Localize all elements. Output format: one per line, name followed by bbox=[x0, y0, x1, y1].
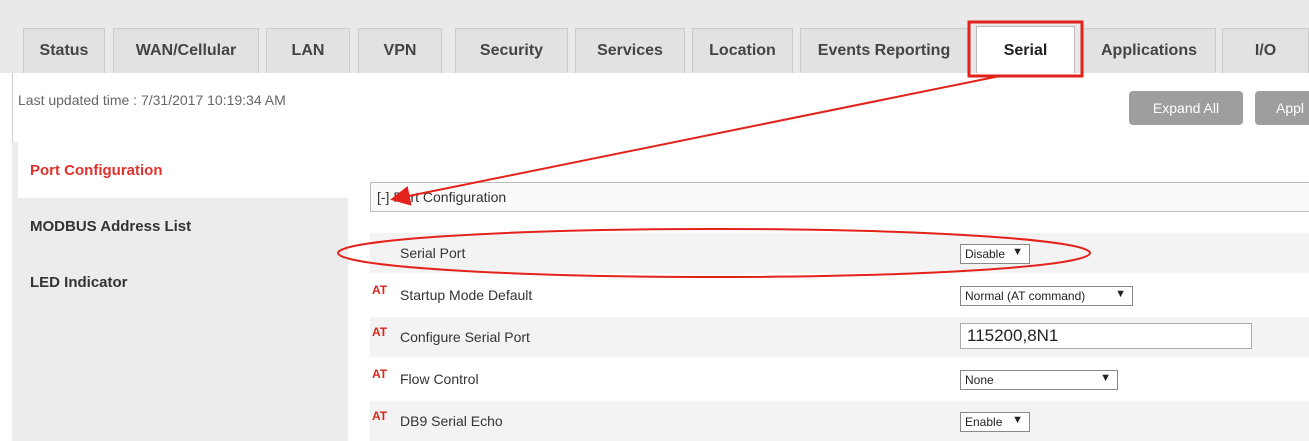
port-configuration-header[interactable]: [-] Port Configuration bbox=[370, 182, 1309, 212]
dropdown-arrow-icon: ▼ bbox=[1012, 414, 1023, 426]
startup-mode-value: Normal (AT command) bbox=[965, 289, 1086, 303]
tab-serial[interactable]: Serial bbox=[976, 26, 1075, 74]
db9-serial-echo-label: DB9 Serial Echo bbox=[400, 413, 503, 429]
row-serial-port: Serial Port Disable ▼ bbox=[370, 233, 1309, 273]
serial-port-select[interactable]: Disable ▼ bbox=[960, 244, 1030, 264]
startup-mode-label: Startup Mode Default bbox=[400, 287, 533, 303]
tab-location[interactable]: Location bbox=[692, 28, 793, 73]
row-configure-serial-port: AT Configure Serial Port 115200,8N1 bbox=[370, 317, 1309, 357]
flow-control-value: None bbox=[965, 373, 994, 387]
db9-serial-echo-select[interactable]: Enable ▼ bbox=[960, 412, 1030, 432]
tab-events-reporting[interactable]: Events Reporting bbox=[800, 28, 968, 73]
at-badge: AT bbox=[372, 325, 388, 339]
serial-port-label: Serial Port bbox=[400, 245, 466, 261]
nav-led-indicator[interactable]: LED Indicator bbox=[18, 254, 336, 310]
row-flow-control: AT Flow Control None ▼ bbox=[370, 359, 1309, 399]
nav-modbus-address-list[interactable]: MODBUS Address List bbox=[18, 198, 336, 254]
db9-serial-echo-value: Enable bbox=[965, 415, 1003, 429]
tab-lan[interactable]: LAN bbox=[266, 28, 350, 73]
tab-status[interactable]: Status bbox=[23, 28, 105, 73]
tab-io[interactable]: I/O bbox=[1222, 28, 1309, 73]
tab-bar: Status WAN/Cellular LAN VPN Security Ser… bbox=[0, 0, 1309, 74]
flow-control-label: Flow Control bbox=[400, 371, 479, 387]
tab-applications[interactable]: Applications bbox=[1082, 28, 1216, 73]
apply-button[interactable]: Appl bbox=[1255, 91, 1309, 125]
configure-serial-port-input[interactable]: 115200,8N1 bbox=[960, 323, 1252, 349]
tab-wan-cellular[interactable]: WAN/Cellular bbox=[113, 28, 259, 73]
flow-control-select[interactable]: None ▼ bbox=[960, 370, 1118, 390]
last-updated-text: Last updated time : 7/31/2017 10:19:34 A… bbox=[18, 92, 286, 108]
tab-security[interactable]: Security bbox=[455, 28, 568, 73]
dropdown-arrow-icon: ▼ bbox=[1100, 372, 1111, 384]
tab-services[interactable]: Services bbox=[575, 28, 685, 73]
expand-all-button[interactable]: Expand All bbox=[1129, 91, 1243, 125]
nav-port-configuration[interactable]: Port Configuration bbox=[18, 142, 348, 198]
tab-vpn[interactable]: VPN bbox=[358, 28, 442, 73]
startup-mode-select[interactable]: Normal (AT command) ▼ bbox=[960, 286, 1133, 306]
configure-serial-port-label: Configure Serial Port bbox=[400, 329, 530, 345]
at-badge: AT bbox=[372, 409, 388, 423]
dropdown-arrow-icon: ▼ bbox=[1115, 288, 1126, 300]
at-badge: AT bbox=[372, 283, 388, 297]
row-startup-mode-default: AT Startup Mode Default Normal (AT comma… bbox=[370, 275, 1309, 315]
at-badge: AT bbox=[372, 367, 388, 381]
dropdown-arrow-icon: ▼ bbox=[1012, 246, 1023, 258]
serial-port-value: Disable bbox=[965, 247, 1006, 261]
row-db9-serial-echo: AT DB9 Serial Echo Enable ▼ bbox=[370, 401, 1309, 441]
